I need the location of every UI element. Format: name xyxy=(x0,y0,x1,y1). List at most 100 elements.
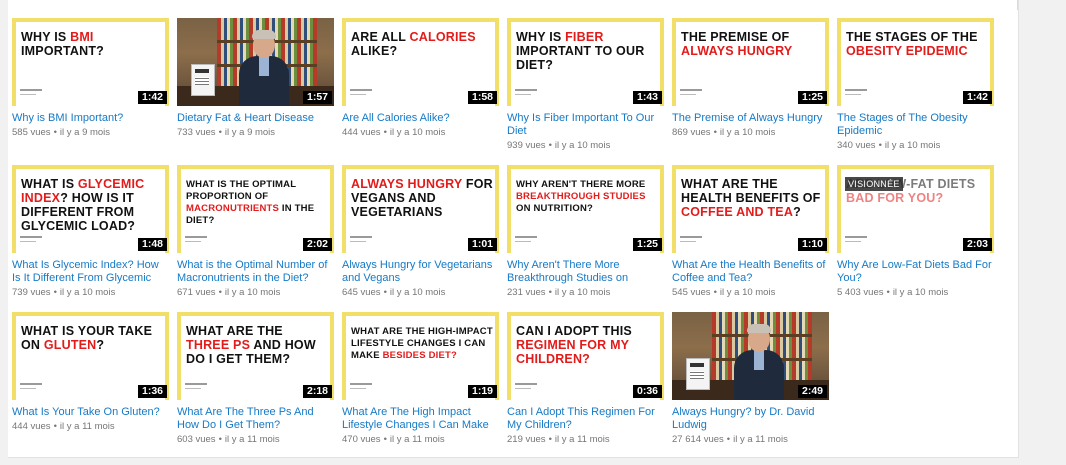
video-card[interactable]: Always Hungry?2:49 Always Hungry? by Dr. … xyxy=(672,312,829,459)
channel-logo-icon xyxy=(350,236,372,247)
thumbnail-caption: THE PREMISE OF ALWAYS HUNGRY xyxy=(681,30,823,58)
video-thumbnail[interactable]: ARE ALL CALORIES ALIKE? 1:58 xyxy=(342,18,499,106)
video-meta: 444 vues • il y a 10 mois xyxy=(342,127,499,138)
watched-badge: VISIONNÉE xyxy=(845,177,903,191)
channel-logo-icon xyxy=(20,383,42,394)
video-thumbnail[interactable]: CAN I ADOPT THIS REGIMEN FOR MY CHILDREN… xyxy=(507,312,664,400)
video-title-link[interactable]: What Is Glycemic Index? How Is It Differ… xyxy=(12,259,169,285)
video-title-link[interactable]: The Premise of Always Hungry xyxy=(672,112,829,125)
video-title-link[interactable]: The Stages of The Obesity Epidemic xyxy=(837,112,994,138)
channel-logo-icon xyxy=(515,236,537,247)
video-thumbnail[interactable]: Always Hungry?2:49 xyxy=(672,312,829,400)
thumbnail-text: THE STAGES OF THE xyxy=(846,30,978,44)
video-title-link[interactable]: Why is BMI Important? xyxy=(12,112,169,125)
video-thumbnail[interactable]: WHAT IS GLYCEMIC INDEX? HOW IS IT DIFFER… xyxy=(12,165,169,253)
channel-logo-icon xyxy=(845,236,867,247)
thumbnail-caption: THE STAGES OF THE OBESITY EPIDEMIC xyxy=(846,30,988,58)
video-thumbnail[interactable]: WHY IS BMI IMPORTANT? 1:42 xyxy=(12,18,169,106)
video-title-link[interactable]: Why Is Fiber Important To Our Diet xyxy=(507,112,664,138)
thumbnail-caption: WHY AREN'T THERE MORE BREAKTHROUGH STUDI… xyxy=(516,179,658,215)
video-card[interactable]: CAN I ADOPT THIS REGIMEN FOR MY CHILDREN… xyxy=(507,312,664,459)
thumbnail-caption: CAN I ADOPT THIS REGIMEN FOR MY CHILDREN… xyxy=(516,324,658,366)
video-card[interactable]: ALWAYS HUNGRY FOR VEGANS AND VEGETARIANS… xyxy=(342,165,499,312)
video-thumbnail[interactable]: WHY IS FIBER IMPORTANT TO OUR DIET? 1:43 xyxy=(507,18,664,106)
separator-dot: • xyxy=(548,287,552,298)
view-count: 733 vues xyxy=(177,127,216,138)
upload-age: il y a 10 mois xyxy=(389,127,446,138)
video-title-link[interactable]: What Are The Three Ps And How Do I Get T… xyxy=(177,406,334,432)
upload-age: il y a 10 mois xyxy=(554,140,611,151)
duration-badge: 1:57 xyxy=(302,91,332,104)
upload-age: il y a 10 mois xyxy=(719,287,776,298)
video-title-link[interactable]: Why Aren't There More Breakthrough Studi… xyxy=(507,259,664,285)
video-thumbnail[interactable]: WHAT IS YOUR TAKE ON GLUTEN? 1:36 xyxy=(12,312,169,400)
video-thumbnail[interactable]: THE STAGES OF THE OBESITY EPIDEMIC 1:42 xyxy=(837,18,994,106)
video-card[interactable]: ARE LOW-FAT DIETS BAD FOR YOU? VISIONNÉE 2… xyxy=(837,165,994,312)
thumbnail-highlight-text: BMI xyxy=(70,30,94,44)
video-thumbnail[interactable]: THE PREMISE OF ALWAYS HUNGRY 1:25 xyxy=(672,18,829,106)
channel-logo-icon xyxy=(845,89,867,100)
video-thumbnail[interactable]: WHAT ARE THE HEALTH BENEFITS OF COFFEE A… xyxy=(672,165,829,253)
video-card[interactable]: WHY IS FIBER IMPORTANT TO OUR DIET? 1:43 W… xyxy=(507,18,664,165)
video-thumbnail[interactable]: WHAT IS THE OPTIMAL PROPORTION OF MACRON… xyxy=(177,165,334,253)
duration-badge: 0:36 xyxy=(632,385,662,398)
thumbnail-text: WHY AREN'T THERE MORE xyxy=(516,179,646,190)
video-thumbnail[interactable]: Always Hungry1:57 xyxy=(177,18,334,106)
video-card[interactable]: WHAT IS THE OPTIMAL PROPORTION OF MACRON… xyxy=(177,165,334,312)
channel-logo-icon xyxy=(515,383,537,394)
thumbnail-highlight-text: MACRONUTRIENTS xyxy=(186,203,280,214)
thumbnail-highlight-text: ALWAYS HUNGRY xyxy=(351,177,463,191)
video-thumbnail[interactable]: ALWAYS HUNGRY FOR VEGANS AND VEGETARIANS… xyxy=(342,165,499,253)
duration-badge: 2:18 xyxy=(302,385,332,398)
video-thumbnail[interactable]: WHAT ARE THE HIGH-IMPACT LIFESTYLE CHANG… xyxy=(342,312,499,400)
view-count: 444 vues xyxy=(12,421,51,432)
video-card[interactable]: WHY AREN'T THERE MORE BREAKTHROUGH STUDI… xyxy=(507,165,664,312)
video-title-link[interactable]: Are All Calories Alike? xyxy=(342,112,499,125)
video-meta: 869 vues • il y a 10 mois xyxy=(672,127,829,138)
video-title-link[interactable]: What Is Your Take On Gluten? xyxy=(12,406,169,419)
speaker-figure xyxy=(734,324,784,400)
video-card[interactable]: WHAT ARE THE THREE PS AND HOW DO I GET T… xyxy=(177,312,334,459)
video-card[interactable]: THE STAGES OF THE OBESITY EPIDEMIC 1:42 Th… xyxy=(837,18,994,165)
thumbnail-highlight-text: CALORIES xyxy=(409,30,476,44)
thumbnail-highlight-text: BESIDES DIET? xyxy=(382,350,458,361)
separator-dot: • xyxy=(886,287,890,298)
video-card[interactable]: WHAT ARE THE HEALTH BENEFITS OF COFFEE A… xyxy=(672,165,829,312)
thumbnail-highlight-text: FIBER xyxy=(565,30,604,44)
duration-badge: 1:25 xyxy=(797,91,827,104)
video-title-link[interactable]: Why Are Low-Fat Diets Bad For You? xyxy=(837,259,994,285)
view-count: 645 vues xyxy=(342,287,381,298)
thumbnail-text: WHAT ARE THE HEALTH BENEFITS OF xyxy=(681,177,821,205)
video-title-link[interactable]: Dietary Fat & Heart Disease xyxy=(177,112,334,125)
video-meta: 340 vues • il y a 10 mois xyxy=(837,140,994,151)
separator-dot: • xyxy=(713,287,717,298)
video-thumbnail[interactable]: WHY AREN'T THERE MORE BREAKTHROUGH STUDI… xyxy=(507,165,664,253)
video-thumbnail[interactable]: ARE LOW-FAT DIETS BAD FOR YOU? VISIONNÉE 2… xyxy=(837,165,994,253)
video-title-link[interactable]: Always Hungry for Vegetarians and Vegans xyxy=(342,259,499,285)
video-title-link[interactable]: What Are The High Impact Lifestyle Chang… xyxy=(342,406,499,432)
video-title-link[interactable]: What Are the Health Benefits of Coffee a… xyxy=(672,259,829,285)
video-grid: WHY IS BMI IMPORTANT? 1:42 Why is BMI Impo… xyxy=(12,18,994,459)
video-card[interactable]: ARE ALL CALORIES ALIKE? 1:58 Are All Calor… xyxy=(342,18,499,165)
video-card[interactable]: Always Hungry1:57 Dietary Fat & Heart Dis… xyxy=(177,18,334,165)
view-count: 603 vues xyxy=(177,434,216,445)
separator-dot: • xyxy=(53,127,57,138)
video-title-link[interactable]: Always Hungry? by Dr. David Ludwig xyxy=(672,406,829,432)
thumbnail-text: WHAT IS xyxy=(21,177,78,191)
video-title-link[interactable]: Can I Adopt This Regimen For My Children… xyxy=(507,406,664,432)
video-card[interactable]: WHAT IS YOUR TAKE ON GLUTEN? 1:36 What Is … xyxy=(12,312,169,459)
video-title-link[interactable]: What is the Optimal Number of Macronutri… xyxy=(177,259,334,285)
video-card[interactable]: THE PREMISE OF ALWAYS HUNGRY 1:25 The Prem… xyxy=(672,18,829,165)
video-card[interactable]: WHY IS BMI IMPORTANT? 1:42 Why is BMI Impo… xyxy=(12,18,169,165)
scrollbar[interactable] xyxy=(1017,0,1018,10)
video-card[interactable]: WHAT ARE THE HIGH-IMPACT LIFESTYLE CHANG… xyxy=(342,312,499,459)
duration-badge: 2:03 xyxy=(962,238,992,251)
duration-badge: 1:25 xyxy=(632,238,662,251)
separator-dot: • xyxy=(383,434,387,445)
duration-badge: 1:58 xyxy=(467,91,497,104)
thumbnail-caption: WHAT ARE THE HIGH-IMPACT LIFESTYLE CHANG… xyxy=(351,326,493,362)
video-card[interactable]: WHAT IS GLYCEMIC INDEX? HOW IS IT DIFFER… xyxy=(12,165,169,312)
channel-logo-icon xyxy=(680,89,702,100)
view-count: 545 vues xyxy=(672,287,711,298)
video-thumbnail[interactable]: WHAT ARE THE THREE PS AND HOW DO I GET T… xyxy=(177,312,334,400)
